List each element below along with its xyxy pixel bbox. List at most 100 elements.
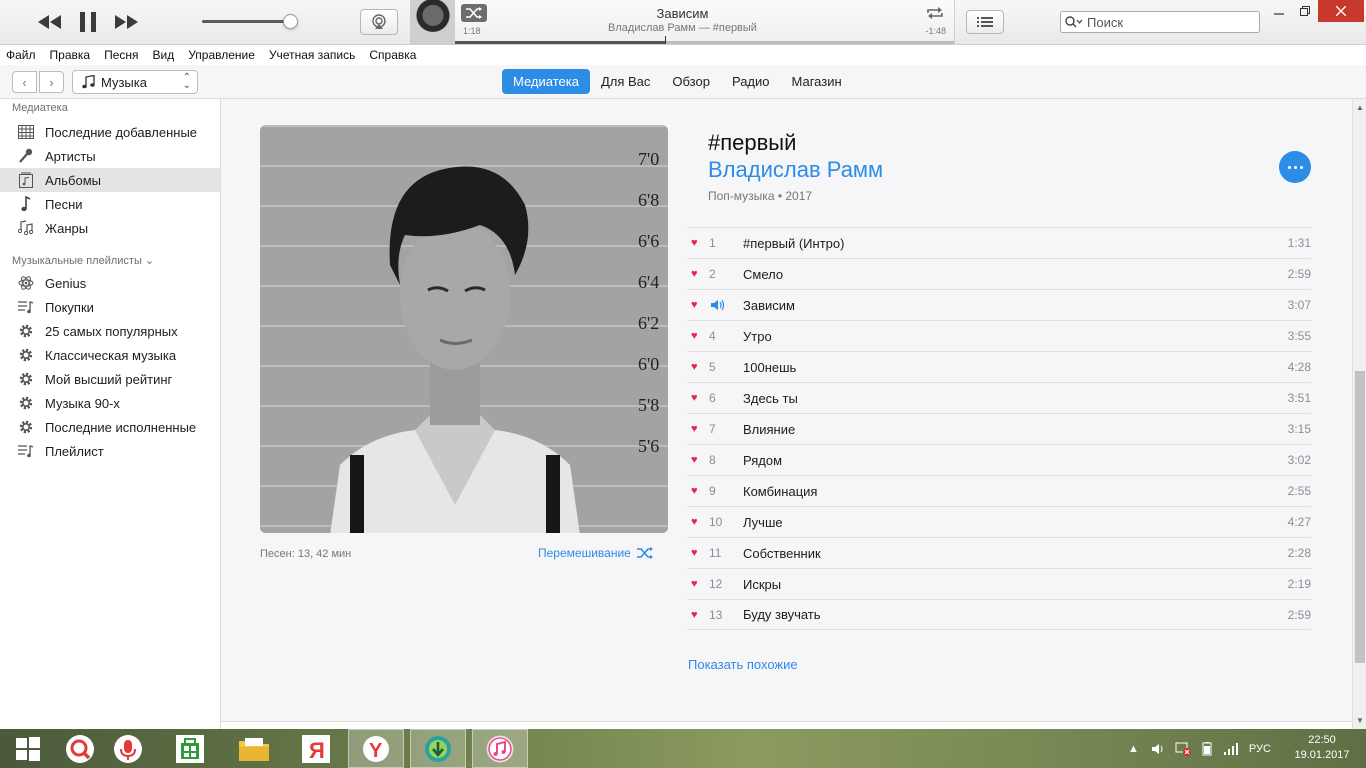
taskbar-download-app[interactable] bbox=[410, 729, 466, 768]
track-row[interactable]: ♥ 8 Рядом 3:02 bbox=[687, 444, 1311, 475]
sidebar-item-classical[interactable]: Классическая музыка bbox=[0, 343, 220, 367]
heart-icon[interactable]: ♥ bbox=[691, 331, 701, 342]
svg-text:Y: Y bbox=[369, 740, 383, 762]
heart-icon[interactable]: ♥ bbox=[691, 300, 701, 311]
gear-icon bbox=[17, 346, 35, 364]
tab-radio[interactable]: Радио bbox=[721, 69, 781, 94]
heart-icon[interactable]: ♥ bbox=[691, 610, 701, 621]
menu-edit[interactable]: Правка bbox=[50, 48, 91, 62]
sidebar-item-artists[interactable]: Артисты bbox=[0, 144, 220, 168]
tab-library[interactable]: Медиатека bbox=[502, 69, 590, 94]
tab-browse[interactable]: Обзор bbox=[661, 69, 721, 94]
heart-icon[interactable]: ♥ bbox=[691, 517, 701, 528]
more-options-button[interactable] bbox=[1279, 151, 1311, 183]
sidebar-item-genres[interactable]: Жанры bbox=[0, 216, 220, 240]
heart-icon[interactable]: ♥ bbox=[691, 393, 701, 404]
scroll-thumb[interactable] bbox=[1355, 371, 1365, 663]
heart-icon[interactable]: ♥ bbox=[691, 579, 701, 590]
track-row[interactable]: ♥ 2 Смело 2:59 bbox=[687, 258, 1311, 289]
shuffle-album-button[interactable]: Перемешивание bbox=[538, 546, 654, 560]
window-close-button[interactable] bbox=[1318, 0, 1364, 22]
track-row[interactable]: ♥ 6 Здесь ты 3:51 bbox=[687, 382, 1311, 413]
track-row[interactable]: ♥ Зависим 3:07 bbox=[687, 289, 1311, 320]
heart-icon[interactable]: ♥ bbox=[691, 486, 701, 497]
signal-icon[interactable] bbox=[1223, 742, 1239, 756]
track-row[interactable]: ♥ 10 Лучше 4:27 bbox=[687, 506, 1311, 537]
input-language[interactable]: РУС bbox=[1249, 743, 1271, 755]
sidebar-item-songs[interactable]: Песни bbox=[0, 192, 220, 216]
heart-icon[interactable]: ♥ bbox=[691, 548, 701, 559]
sidebar-item-90s-music[interactable]: Музыка 90-х bbox=[0, 391, 220, 415]
window-restore-button[interactable] bbox=[1292, 0, 1318, 22]
album-artist-link[interactable]: Владислав Рамм bbox=[708, 157, 883, 183]
volume-knob[interactable] bbox=[283, 14, 298, 29]
menu-song[interactable]: Песня bbox=[104, 48, 138, 62]
sidebar-item-albums[interactable]: Альбомы bbox=[0, 168, 220, 192]
taskbar-clock[interactable]: 22:50 19.01.2017 bbox=[1292, 733, 1352, 763]
taskbar-yandex-app[interactable]: Я bbox=[288, 729, 344, 768]
heart-icon[interactable]: ♥ bbox=[691, 238, 701, 249]
track-row[interactable]: ♥ 9 Комбинация 2:55 bbox=[687, 475, 1311, 506]
back-button[interactable]: ‹ bbox=[12, 71, 37, 93]
track-row[interactable]: ♥ 11 Собственник 2:28 bbox=[687, 537, 1311, 568]
track-row[interactable]: ♥ 13 Буду звучать 2:59 bbox=[687, 599, 1311, 630]
menu-help[interactable]: Справка bbox=[369, 48, 416, 62]
sidebar-item-playlist[interactable]: Плейлист bbox=[0, 439, 220, 463]
volume-slider[interactable] bbox=[202, 20, 290, 23]
menu-controls[interactable]: Управление bbox=[188, 48, 255, 62]
fast-forward-button[interactable] bbox=[112, 12, 140, 32]
heart-icon[interactable]: ♥ bbox=[691, 362, 701, 373]
forward-button[interactable]: › bbox=[39, 71, 64, 93]
progress-bar[interactable] bbox=[455, 36, 954, 44]
sidebar-item-purchases[interactable]: Покупки bbox=[0, 295, 220, 319]
taskbar-voice-app[interactable] bbox=[100, 729, 156, 768]
taskbar-yandex-browser-app[interactable]: Y bbox=[348, 729, 404, 768]
start-button[interactable] bbox=[0, 729, 56, 768]
sidebar-item-recently-added[interactable]: Последние добавленные bbox=[0, 120, 220, 144]
menu-view[interactable]: Вид bbox=[153, 48, 175, 62]
sidebar-item-recently-played[interactable]: Последние исполненные bbox=[0, 415, 220, 439]
taskbar-store-app[interactable] bbox=[162, 729, 218, 768]
cover-height-mark: 5'8 bbox=[638, 395, 660, 415]
track-row[interactable]: ♥ 5 100нешь 4:28 bbox=[687, 351, 1311, 382]
up-next-button[interactable] bbox=[966, 10, 1004, 34]
sidebar-item-genius[interactable]: Genius bbox=[0, 271, 220, 295]
window-minimize-button[interactable] bbox=[1266, 0, 1292, 22]
track-row[interactable]: ♥ 7 Влияние 3:15 bbox=[687, 413, 1311, 444]
scrollbar[interactable]: ▲ ▼ bbox=[1352, 99, 1366, 729]
sidebar-item-top-rated[interactable]: Мой высший рейтинг bbox=[0, 367, 220, 391]
menu-account[interactable]: Учетная запись bbox=[269, 48, 355, 62]
album-cover[interactable]: 7'0 6'8 6'6 6'4 6'2 6'0 5'8 5'6 bbox=[260, 125, 668, 533]
rewind-button[interactable] bbox=[36, 12, 64, 32]
menu-file[interactable]: Файл bbox=[6, 48, 36, 62]
track-row[interactable]: ♥ 1 #первый (Интро) 1:31 bbox=[687, 227, 1311, 258]
sidebar-playlists-heading[interactable]: Музыкальные плейлисты ⌄ bbox=[12, 254, 154, 267]
pause-button[interactable] bbox=[76, 10, 100, 34]
progress-playhead[interactable] bbox=[664, 36, 666, 44]
taskbar-itunes-app[interactable] bbox=[472, 729, 528, 768]
track-number: 13 bbox=[709, 607, 723, 622]
network-error-icon[interactable] bbox=[1175, 742, 1191, 756]
tray-expand-icon[interactable]: ▲ bbox=[1128, 743, 1139, 755]
scroll-up-arrow-icon[interactable]: ▲ bbox=[1356, 103, 1364, 112]
battery-icon[interactable] bbox=[1199, 741, 1215, 756]
speaker-icon[interactable] bbox=[1151, 742, 1165, 756]
track-row[interactable]: ♥ 4 Утро 3:55 bbox=[687, 320, 1311, 351]
tab-for-you[interactable]: Для Вас bbox=[590, 69, 661, 94]
search-input[interactable] bbox=[1087, 14, 1247, 30]
repeat-toggle[interactable] bbox=[924, 4, 946, 22]
taskbar-explorer-app[interactable] bbox=[226, 729, 282, 768]
cover-height-marks: 7'0 6'8 6'6 6'4 6'2 6'0 5'8 5'6 bbox=[638, 149, 664, 477]
sidebar-item-top25[interactable]: 25 самых популярных bbox=[0, 319, 220, 343]
scroll-down-arrow-icon[interactable]: ▼ bbox=[1356, 716, 1364, 725]
show-similar-link[interactable]: Показать похожие bbox=[688, 657, 798, 672]
heart-icon[interactable]: ♥ bbox=[691, 269, 701, 280]
track-row[interactable]: ♥ 12 Искры 2:19 bbox=[687, 568, 1311, 599]
tab-store[interactable]: Магазин bbox=[781, 69, 853, 94]
track-title: Собственник bbox=[743, 545, 821, 561]
search-box[interactable] bbox=[1060, 11, 1260, 33]
heart-icon[interactable]: ♥ bbox=[691, 424, 701, 435]
airplay-button[interactable] bbox=[360, 9, 398, 35]
media-type-select[interactable]: Музыка ⌃ ⌄ bbox=[72, 70, 198, 94]
heart-icon[interactable]: ♥ bbox=[691, 455, 701, 466]
